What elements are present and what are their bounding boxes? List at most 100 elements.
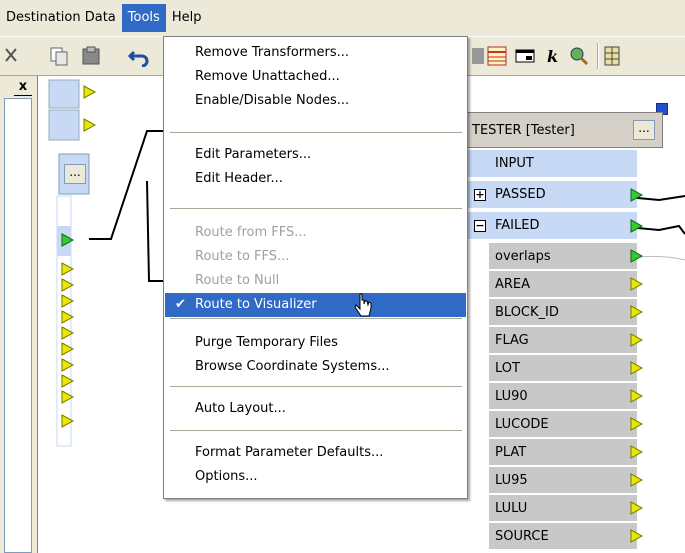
collapse-minus-icon[interactable]: −: [474, 220, 486, 232]
menu-item-route-to-visualizer[interactable]: Route to Visualizer ✔: [165, 293, 466, 317]
attribute-row[interactable]: LUCODE: [489, 411, 637, 438]
port-output-green-icon[interactable]: [630, 249, 643, 263]
port-output-icon[interactable]: [630, 361, 643, 375]
attribute-row[interactable]: LU90: [489, 383, 637, 410]
menu-item-label: Route from FFS...: [195, 225, 307, 240]
menu-help[interactable]: Help: [166, 4, 208, 32]
attribute-row[interactable]: LU95: [489, 467, 637, 494]
port-output-green-icon[interactable]: [630, 188, 643, 202]
port-output-icon[interactable]: [630, 501, 643, 515]
menu-item-format-parameter-defaults[interactable]: Format Parameter Defaults...: [165, 441, 466, 465]
menu-item-purge-temporary-files[interactable]: Purge Temporary Files: [165, 331, 466, 355]
menu-item-label: Enable/Disable Nodes...: [195, 93, 350, 108]
menu-item-route-from-ffs[interactable]: Route from FFS...: [165, 221, 466, 245]
tester-passed-port[interactable]: PASSED: [467, 181, 637, 208]
port-output-icon[interactable]: [630, 445, 643, 459]
port-output-icon[interactable]: [61, 390, 74, 404]
tester-title: TESTER [Tester]: [472, 122, 575, 138]
table-icon[interactable]: [486, 45, 508, 67]
attribute-row[interactable]: BLOCK_ID: [489, 299, 637, 326]
menu-item-label: Route to Visualizer: [195, 297, 317, 312]
menu-item-remove-transformers[interactable]: Remove Transformers...: [165, 41, 466, 65]
attribute-row[interactable]: LOT: [489, 355, 637, 382]
tester-properties-button[interactable]: ...: [633, 120, 655, 140]
paste-icon[interactable]: [80, 45, 102, 67]
tools-dropdown-menu: Remove Transformers... Remove Unattached.…: [163, 36, 468, 499]
attribute-label: LUCODE: [495, 416, 549, 432]
attribute-label: LOT: [495, 360, 520, 376]
port-output-icon[interactable]: [61, 414, 74, 428]
cut-icon[interactable]: [2, 45, 24, 67]
menu-item-label: Options...: [195, 469, 258, 484]
menu-separator: [170, 318, 462, 320]
menu-item-edit-parameters[interactable]: Edit Parameters...: [165, 143, 466, 167]
panel-close-button[interactable]: x: [14, 80, 32, 96]
tester-failed-port[interactable]: FAILED: [467, 212, 637, 239]
port-output-green-icon[interactable]: [630, 219, 643, 233]
attribute-label: LULU: [495, 500, 528, 516]
grid-icon[interactable]: [603, 45, 625, 67]
expand-plus-icon[interactable]: +: [474, 189, 486, 201]
port-output-icon[interactable]: [61, 262, 74, 276]
menu-destination-data[interactable]: Destination Data: [0, 4, 122, 32]
port-output-icon[interactable]: [61, 294, 74, 308]
menu-item-label: Purge Temporary Files: [195, 335, 338, 350]
attribute-label: SOURCE: [495, 528, 549, 544]
menu-item-label: Browse Coordinate Systems...: [195, 359, 390, 374]
port-output-icon[interactable]: [630, 417, 643, 431]
port-output-icon[interactable]: [83, 85, 96, 99]
menu-item-label: Edit Header...: [195, 171, 283, 186]
passed-port-label: PASSED: [495, 187, 546, 202]
port-output-icon[interactable]: [630, 473, 643, 487]
attribute-row[interactable]: overlaps: [489, 243, 637, 270]
port-output-green-icon[interactable]: [61, 233, 74, 247]
port-output-icon[interactable]: [61, 358, 74, 372]
port-output-icon[interactable]: [61, 342, 74, 356]
attribute-row[interactable]: LULU: [489, 495, 637, 522]
port-output-icon[interactable]: [630, 333, 643, 347]
tester-input-port[interactable]: INPUT: [467, 150, 637, 177]
port-output-icon[interactable]: [61, 310, 74, 324]
menu-item-route-to-ffs[interactable]: Route to FFS...: [165, 245, 466, 269]
attribute-label: LU90: [495, 388, 528, 404]
menu-item-label: Route to Null: [195, 273, 280, 288]
menu-item-options[interactable]: Options...: [165, 465, 466, 489]
copy-icon[interactable]: [48, 45, 70, 67]
inspect-magnifier-icon[interactable]: [568, 45, 590, 67]
undo-icon[interactable]: [128, 45, 150, 67]
menu-tools[interactable]: Tools: [121, 4, 166, 32]
function-k-icon[interactable]: k: [542, 45, 564, 67]
menu-item-remove-unattached[interactable]: Remove Unattached...: [165, 65, 466, 89]
port-output-icon[interactable]: [630, 277, 643, 291]
port-output-icon[interactable]: [61, 278, 74, 292]
attribute-row[interactable]: SOURCE: [489, 523, 637, 550]
attribute-row[interactable]: AREA: [489, 271, 637, 298]
port-output-icon[interactable]: [83, 118, 96, 132]
left-node-properties-button[interactable]: ...: [64, 164, 86, 184]
window-icon[interactable]: [514, 45, 536, 67]
toolbar-separator: [597, 43, 599, 69]
menu-item-route-to-null[interactable]: Route to Null: [165, 269, 466, 293]
failed-port-label: FAILED: [495, 218, 540, 233]
port-output-icon[interactable]: [61, 326, 74, 340]
menu-item-label: Edit Parameters...: [195, 147, 312, 162]
menu-separator: [170, 132, 462, 134]
menu-item-browse-coordinate-systems[interactable]: Browse Coordinate Systems...: [165, 355, 466, 379]
attribute-row[interactable]: PLAT: [489, 439, 637, 466]
menu-item-auto-layout[interactable]: Auto Layout...: [165, 397, 466, 421]
menu-item-enable-disable-nodes[interactable]: Enable/Disable Nodes...: [165, 89, 466, 113]
menu-item-edit-header[interactable]: Edit Header...: [165, 167, 466, 191]
menu-item-label: Route to FFS...: [195, 249, 290, 264]
menu-item-label: Remove Transformers...: [195, 45, 350, 60]
navigator-tree[interactable]: [4, 98, 32, 553]
attribute-row[interactable]: FLAG: [489, 327, 637, 354]
port-output-icon[interactable]: [630, 529, 643, 543]
menu-item-label: Auto Layout...: [195, 401, 286, 416]
attribute-label: PLAT: [495, 444, 527, 460]
port-output-icon[interactable]: [630, 389, 643, 403]
port-output-icon[interactable]: [630, 305, 643, 319]
attribute-label: overlaps: [495, 248, 551, 264]
attribute-label: BLOCK_ID: [495, 304, 559, 320]
attribute-label: FLAG: [495, 332, 529, 348]
port-output-icon[interactable]: [61, 374, 74, 388]
